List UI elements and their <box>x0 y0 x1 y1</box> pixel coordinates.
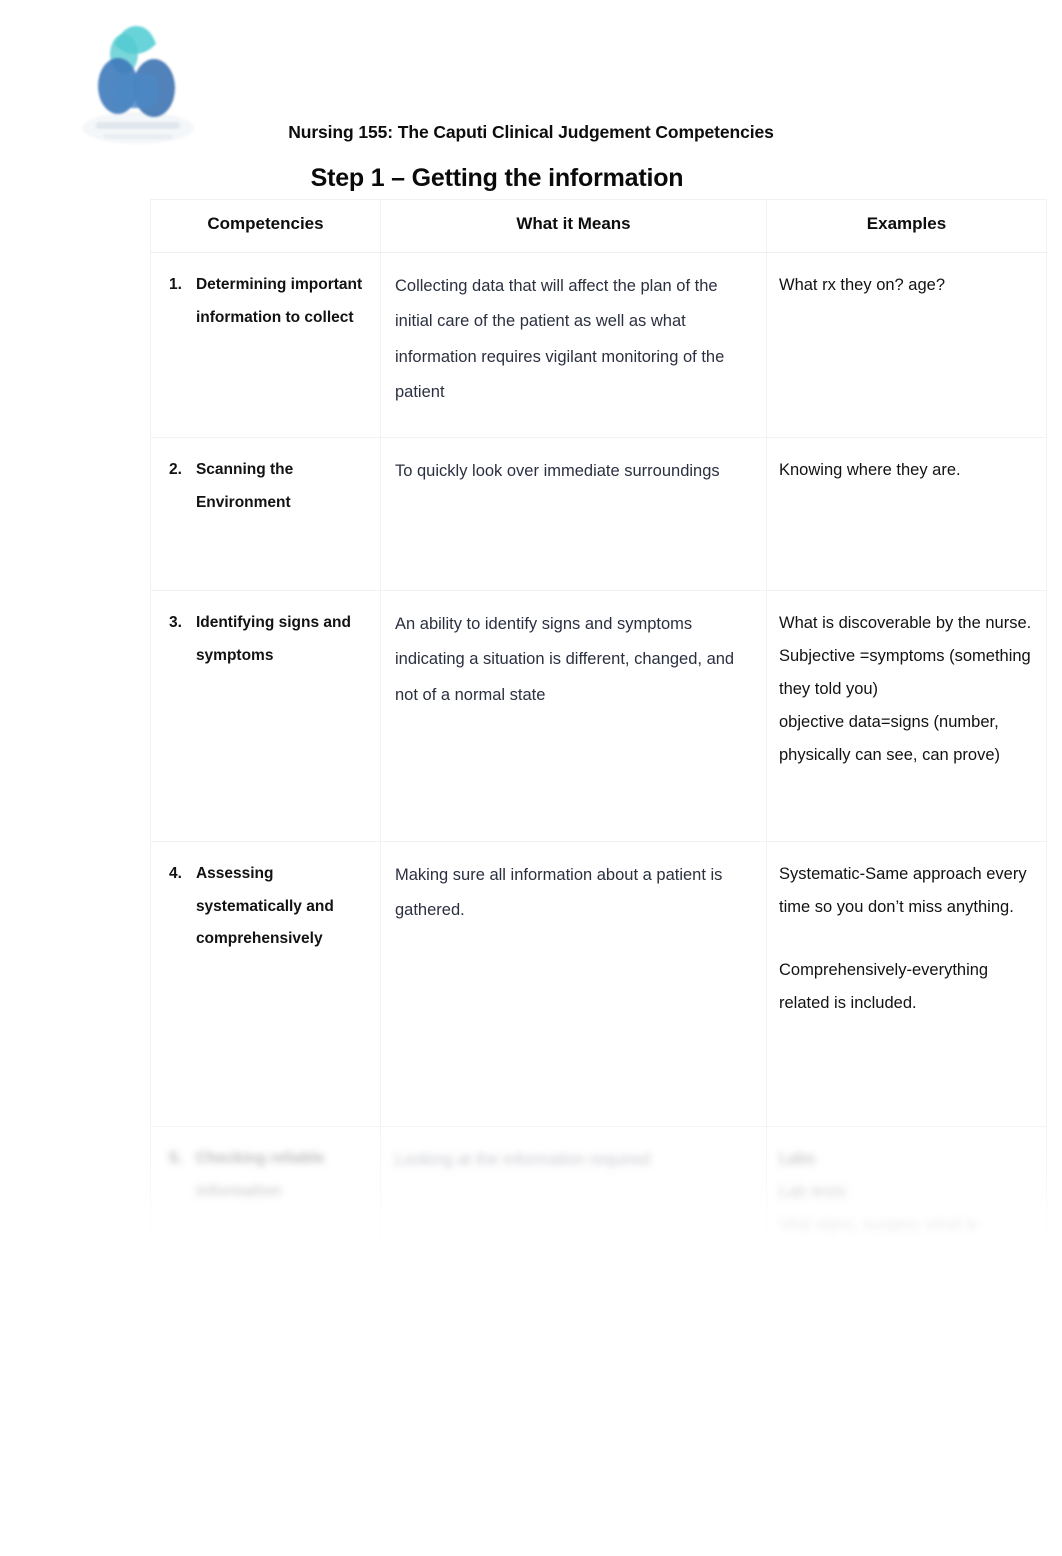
table-row: 4. Assessing systematically and comprehe… <box>150 841 1047 1127</box>
means-cell: Making sure all information about a pati… <box>380 841 767 1127</box>
column-header-what-it-means: What it Means <box>380 199 767 253</box>
table-row: 3. Identifying signs and symptoms An abi… <box>150 590 1047 842</box>
competency-cell: 5. Checking reliable information <box>150 1126 381 1259</box>
examples-cell: What rx they on? age? <box>766 252 1047 438</box>
means-text: Making sure all information about a pati… <box>395 866 723 920</box>
examples-cell: What is discoverable by the nurse. Subje… <box>766 590 1047 842</box>
example-text: Labs <box>779 1150 815 1168</box>
competency-cell: 3. Identifying signs and symptoms <box>150 590 381 842</box>
competencies-table: Competencies What it Means Examples 1. D… <box>150 199 1047 1259</box>
table-row: 2. Scanning the Environment To quickly l… <box>150 437 1047 591</box>
means-cell: To quickly look over immediate surroundi… <box>380 437 767 591</box>
document-page: Nursing 155: The Caputi Clinical Judgeme… <box>0 0 1062 1556</box>
page-blank-area <box>0 1270 1062 1556</box>
examples-cell: Labs Lab tests Vital signs, surgery, wha… <box>766 1126 1047 1259</box>
means-text: To quickly look over immediate surroundi… <box>395 462 720 480</box>
example-text: Systematic-Same approach every time so y… <box>779 865 1027 916</box>
column-header-examples: Examples <box>766 199 1047 253</box>
competencies-table-wrap: Competencies What it Means Examples 1. D… <box>150 199 1047 1259</box>
competency-cell: 4. Assessing systematically and comprehe… <box>150 841 381 1127</box>
competency-number: 4. <box>169 865 182 882</box>
competency-number: 1. <box>169 276 182 293</box>
table-row-obscured: 5. Checking reliable information Looking… <box>150 1126 1047 1259</box>
competency-label: Identifying signs and symptoms <box>195 614 351 664</box>
means-cell: Collecting data that will affect the pla… <box>380 252 767 438</box>
competency-label: Determining important information to col… <box>195 276 363 326</box>
example-text: objective data=signs (number, physically… <box>779 713 1001 764</box>
competency-label: Checking reliable information <box>195 1150 325 1200</box>
means-cell: Looking at the information required <box>380 1126 767 1259</box>
example-text: Lab tests <box>779 1183 846 1201</box>
examples-cell: Systematic-Same approach every time so y… <box>766 841 1047 1127</box>
table-header-row: Competencies What it Means Examples <box>150 199 1047 253</box>
competency-number: 2. <box>169 461 182 478</box>
competency-label: Scanning the Environment <box>195 461 294 511</box>
example-text: Subjective =symptoms (something they tol… <box>779 647 1031 698</box>
competency-label: Assessing systematically and comprehensi… <box>195 865 334 948</box>
means-cell: An ability to identify signs and symptom… <box>380 590 767 842</box>
means-text: Looking at the information required <box>395 1151 650 1169</box>
example-text: Comprehensively-everything related is in… <box>779 961 989 1012</box>
example-text: What is discoverable by the nurse. <box>779 614 1032 632</box>
means-text: An ability to identify signs and symptom… <box>395 615 735 704</box>
example-text: Vital signs, surgery, what is <box>779 1216 978 1234</box>
column-header-competencies: Competencies <box>150 199 381 253</box>
competency-cell: 2. Scanning the Environment <box>150 437 381 591</box>
competency-number: 5. <box>169 1150 182 1167</box>
competency-number: 3. <box>169 614 182 631</box>
means-text: Collecting data that will affect the pla… <box>395 277 725 402</box>
step-title: Step 1 – Getting the information <box>310 164 684 192</box>
example-text: Knowing where they are. <box>779 461 961 479</box>
competency-cell: 1. Determining important information to … <box>150 252 381 438</box>
document-header-title: Nursing 155: The Caputi Clinical Judgeme… <box>288 122 774 142</box>
example-text: What rx they on? age? <box>779 276 946 294</box>
table-row: 1. Determining important information to … <box>150 252 1047 438</box>
examples-cell: Knowing where they are. <box>766 437 1047 591</box>
